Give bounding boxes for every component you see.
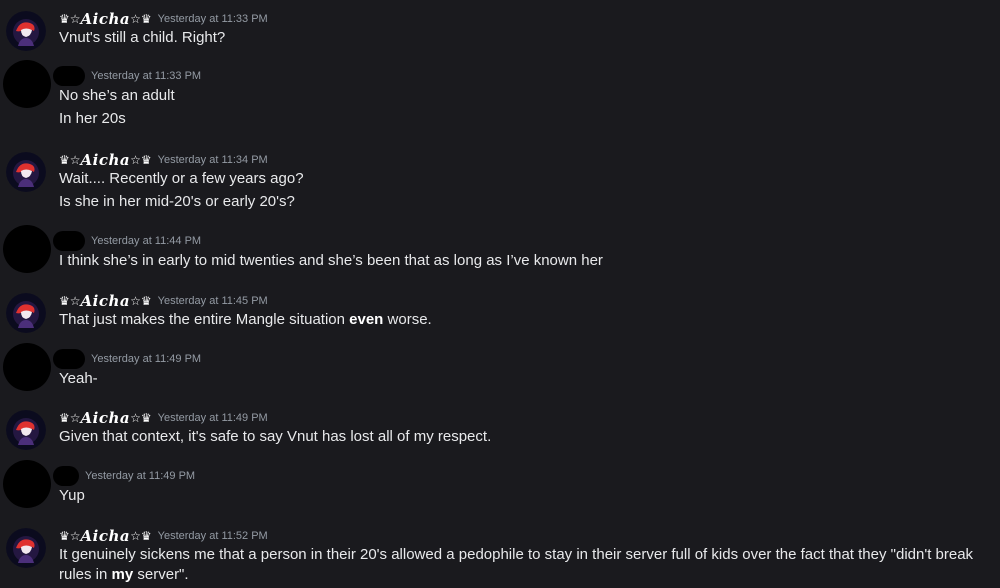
user-avatar[interactable] [3, 343, 51, 391]
username-decoration: ☆♛ [130, 153, 152, 167]
message-timestamp: Yesterday at 11:34 PM [157, 154, 268, 166]
redacted-username[interactable] [53, 466, 79, 486]
message-header: Yesterday at 11:49 PM [53, 349, 201, 369]
redacted-username[interactable] [53, 66, 85, 86]
message-header: ♛☆ Aicha ☆♛ Yesterday at 11:49 PM [59, 408, 268, 428]
user-avatar[interactable] [6, 293, 46, 333]
username-decoration: ☆♛ [130, 529, 152, 543]
message-text: That just makes the entire Mangle situat… [59, 311, 432, 328]
user-avatar[interactable] [6, 11, 46, 51]
username-decoration: ♛☆ [59, 153, 81, 167]
username[interactable]: Aicha [81, 10, 131, 28]
user-avatar[interactable] [3, 225, 51, 273]
username-decoration: ♛☆ [59, 411, 81, 425]
message-timestamp: Yesterday at 11:52 PM [157, 530, 268, 542]
message-timestamp: Yesterday at 11:49 PM [91, 353, 202, 365]
username-decoration: ♛☆ [59, 12, 81, 26]
username-decoration: ♛☆ [59, 529, 81, 543]
message-text: No she’s an adult [59, 87, 175, 104]
username[interactable]: Aicha [81, 527, 131, 545]
message-header: ♛☆ Aicha ☆♛ Yesterday at 11:45 PM [59, 291, 268, 311]
username-decoration: ☆♛ [130, 411, 152, 425]
message-header: Yesterday at 11:49 PM [53, 466, 195, 486]
username[interactable]: Aicha [81, 151, 131, 169]
message-header: ♛☆ Aicha ☆♛ Yesterday at 11:52 PM [59, 526, 268, 546]
message-text: Vnut's still a child. Right? [59, 29, 226, 46]
user-avatar[interactable] [6, 152, 46, 192]
username-decoration: ☆♛ [130, 294, 152, 308]
redacted-username[interactable] [53, 349, 85, 369]
redacted-username[interactable] [53, 231, 85, 251]
message-timestamp: Yesterday at 11:44 PM [91, 235, 202, 247]
username-decoration: ♛☆ [59, 294, 81, 308]
username[interactable]: Aicha [81, 409, 131, 427]
bold-text: even [349, 311, 384, 328]
message-text: In her 20s [59, 110, 126, 127]
message-header: ♛☆ Aicha ☆♛ Yesterday at 11:33 PM [59, 9, 268, 29]
message-text: Is she in her mid-20's or early 20's? [59, 193, 295, 210]
chat-message-list: ♛☆ Aicha ☆♛ Yesterday at 11:33 PM Vnut's sti… [0, 0, 1000, 588]
message-text: Given that context, it's safe to say Vnu… [59, 428, 492, 445]
message-timestamp: Yesterday at 11:49 PM [157, 412, 268, 424]
message-text: Yup [59, 487, 85, 504]
username[interactable]: Aicha [81, 292, 131, 310]
message-header: Yesterday at 11:33 PM [53, 66, 201, 86]
user-avatar[interactable] [6, 528, 46, 568]
username-decoration: ☆♛ [130, 12, 152, 26]
message-header: ♛☆ Aicha ☆♛ Yesterday at 11:34 PM [59, 150, 268, 170]
message-text: Yeah- [59, 370, 98, 387]
user-avatar[interactable] [6, 410, 46, 450]
message-text: It genuinely sickens me that a person in… [59, 546, 974, 583]
message-timestamp: Yesterday at 11:33 PM [91, 70, 202, 82]
bold-text: my [111, 566, 134, 583]
message-timestamp: Yesterday at 11:49 PM [85, 470, 196, 482]
user-avatar[interactable] [3, 460, 51, 508]
user-avatar[interactable] [3, 60, 51, 108]
message-text: Wait.... Recently or a few years ago? [59, 170, 304, 187]
message-timestamp: Yesterday at 11:45 PM [157, 295, 268, 307]
message-timestamp: Yesterday at 11:33 PM [157, 13, 268, 25]
message-text: I think she’s in early to mid twenties a… [59, 252, 603, 269]
message-header: Yesterday at 11:44 PM [53, 231, 201, 251]
